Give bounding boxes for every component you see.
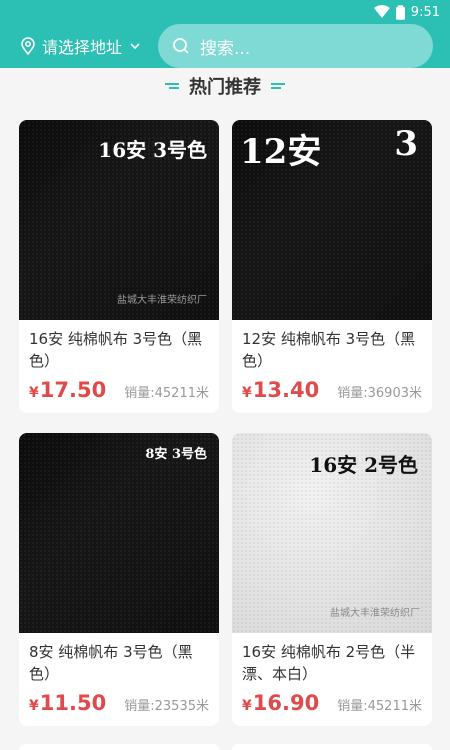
search-input[interactable]: 搜索... [158,24,433,68]
status-time: 9:51 [410,4,440,20]
image-tag-secondary: 3 [394,124,418,164]
decor-right-icon [271,83,285,89]
chevron-down-icon [130,43,140,50]
image-tag: 12安 [240,132,322,172]
product-price: ¥11.50 [29,691,107,715]
product-card[interactable]: 8安 3号色 8安 纯棉帆布 3号色（黑色） ¥11.50 销量:23535米 [19,433,219,726]
product-image: 12安 3 [232,120,432,320]
image-watermark: 盐城大丰淮荣纺织厂 [330,608,420,619]
product-title: 12安 纯棉帆布 3号色（黑色） [242,330,416,370]
top-bar: 9:51 请选择地址 搜索... [0,0,450,68]
product-title: 16安 纯棉帆布 3号色（黑色） [29,330,203,370]
product-image: 16安 2号色 盐城大丰淮荣纺织厂 [232,433,432,633]
product-image: 8安 3号色 [19,433,219,633]
product-sales: 销量:45211米 [337,699,422,714]
product-card-peek [19,744,219,750]
product-sales: 销量:45211米 [124,386,209,401]
product-price: ¥17.50 [29,378,107,402]
image-tag: 8安 3号色 [145,447,207,462]
search-icon [173,38,189,54]
search-placeholder: 搜索... [200,38,251,59]
status-bar: 9:51 [373,0,440,24]
product-price: ¥16.90 [242,691,320,715]
location-pin-icon [21,37,35,55]
product-card[interactable]: 16安 2号色 盐城大丰淮荣纺织厂 16安 纯棉帆布 2号色（半漂、本白） ¥1… [232,433,432,726]
section-title: 热门推荐 [189,77,261,98]
battery-icon [395,4,405,20]
section-header: 热门推荐 [0,70,450,102]
product-sales: 销量:23535米 [124,699,209,714]
product-title: 8安 纯棉帆布 3号色（黑色） [29,643,193,683]
location-selector[interactable]: 请选择地址 [20,34,140,58]
product-title: 16安 纯棉帆布 2号色（半漂、本白） [242,643,416,683]
product-card-peek [232,744,432,750]
image-tag: 16安 2号色 [309,453,418,477]
product-image: 16安 3号色 盐城大丰淮荣纺织厂 [19,120,219,320]
decor-left-icon [165,83,179,89]
wifi-icon [373,5,390,18]
product-price: ¥13.40 [242,378,320,402]
product-card[interactable]: 16安 3号色 盐城大丰淮荣纺织厂 16安 纯棉帆布 3号色（黑色） ¥17.5… [19,120,219,413]
image-tag: 16安 3号色 [98,138,207,162]
location-label: 请选择地址 [42,38,123,57]
image-watermark: 盐城大丰淮荣纺织厂 [117,295,207,306]
product-sales: 销量:36903米 [337,386,422,401]
product-card[interactable]: 12安 3 12安 纯棉帆布 3号色（黑色） ¥13.40 销量:36903米 [232,120,432,413]
